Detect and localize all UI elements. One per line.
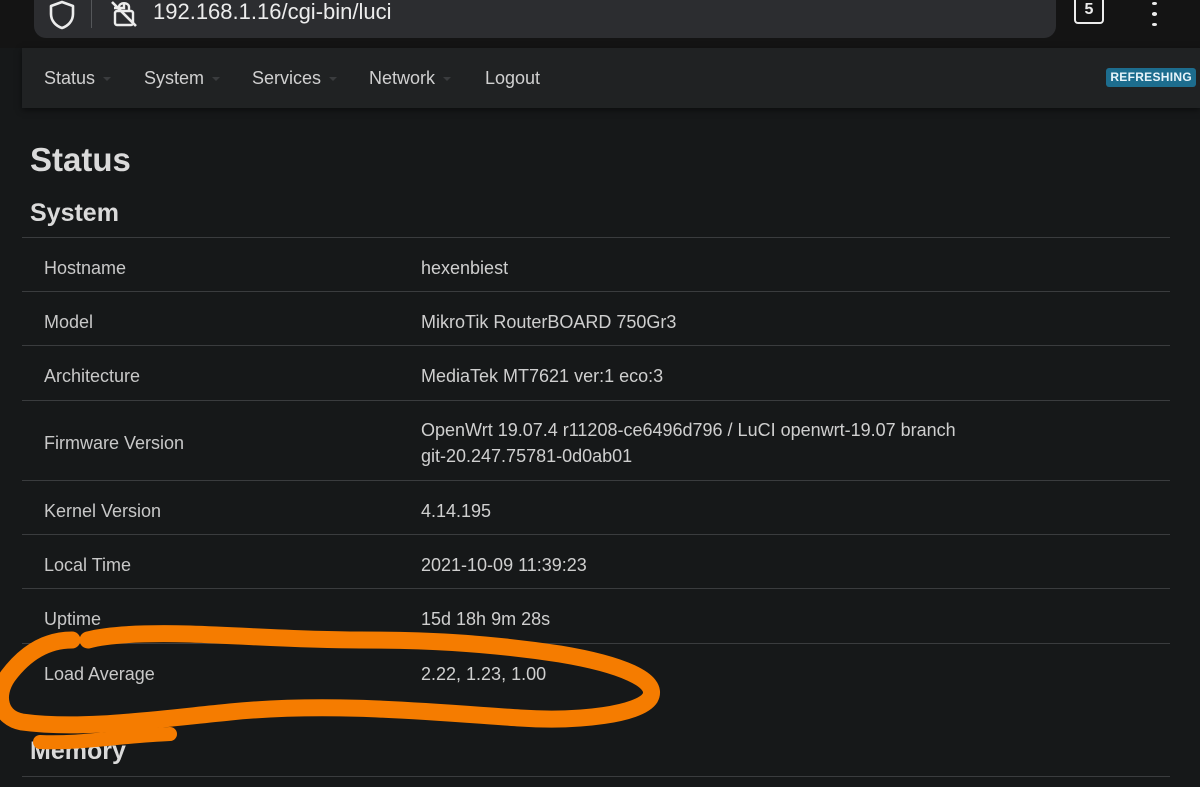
row-label: Uptime [44, 609, 102, 629]
row-label: Local Time [44, 555, 132, 575]
nav-logout[interactable]: Logout [485, 67, 540, 89]
table-row: Kernel Version 4.14.195 [22, 480, 1170, 535]
nav-network[interactable]: Network [369, 67, 452, 89]
insecure-lock-icon[interactable] [110, 0, 138, 28]
table-row: Architecture MediaTek MT7621 ver:1 eco:3 [22, 345, 1170, 401]
chevron-down-icon [329, 77, 338, 82]
url-text[interactable]: 192.168.1.16/cgi-bin/luci [153, 0, 392, 26]
table-row: Hostname hexenbiest [22, 237, 1170, 292]
row-value: 15d 18h 9m 28s [421, 609, 551, 629]
divider [22, 776, 1170, 777]
row-value: 2.22, 1.23, 1.00 [421, 664, 547, 684]
row-value: 2021-10-09 11:39:23 [421, 555, 587, 575]
row-label: Hostname [44, 258, 127, 278]
chevron-down-icon [443, 77, 452, 82]
screen: 192.168.1.16/cgi-bin/luci 5 Status Syste… [0, 0, 1200, 787]
url-separator [91, 0, 92, 28]
page-title: Status [30, 141, 131, 178]
refreshing-badge[interactable]: REFRESHING [1106, 68, 1196, 87]
main-navbar: Status System Services Network Logout RE… [22, 48, 1200, 108]
browser-toolbar: 192.168.1.16/cgi-bin/luci 5 [0, 0, 1200, 48]
nav-system[interactable]: System [144, 67, 221, 89]
section-title-system: System [30, 199, 119, 227]
row-value: hexenbiest [421, 258, 509, 278]
row-value: MikroTik RouterBOARD 750Gr3 [421, 312, 677, 332]
row-label: Load Average [44, 664, 155, 684]
row-label: Firmware Version [44, 433, 185, 453]
table-row: Uptime 15d 18h 9m 28s [22, 588, 1170, 644]
row-value: OpenWrt 19.07.4 r11208-ce6496d796 / LuCI… [421, 420, 956, 440]
table-row: Load Average 2.22, 1.23, 1.00 [22, 643, 1170, 698]
section-title-memory: Memory [30, 737, 126, 765]
shield-icon[interactable] [48, 0, 76, 30]
row-label: Model [44, 312, 94, 332]
row-value: MediaTek MT7621 ver:1 eco:3 [421, 366, 664, 386]
browser-menu-icon[interactable] [1146, 0, 1162, 26]
row-label: Architecture [44, 366, 141, 386]
nav-status[interactable]: Status [44, 67, 112, 89]
table-row: Firmware Version OpenWrt 19.07.4 r11208-… [22, 400, 1170, 481]
chevron-down-icon [212, 77, 221, 82]
table-row: Model MikroTik RouterBOARD 750Gr3 [22, 291, 1170, 346]
chevron-down-icon [103, 77, 112, 82]
row-value-line2: git-20.247.75781-0d0ab01 [421, 446, 633, 466]
table-row: Local Time 2021-10-09 11:39:23 [22, 534, 1170, 589]
tab-count-button[interactable]: 5 [1074, 0, 1104, 24]
row-value: 4.14.195 [421, 501, 492, 521]
nav-services[interactable]: Services [252, 67, 338, 89]
row-label: Kernel Version [44, 501, 162, 521]
